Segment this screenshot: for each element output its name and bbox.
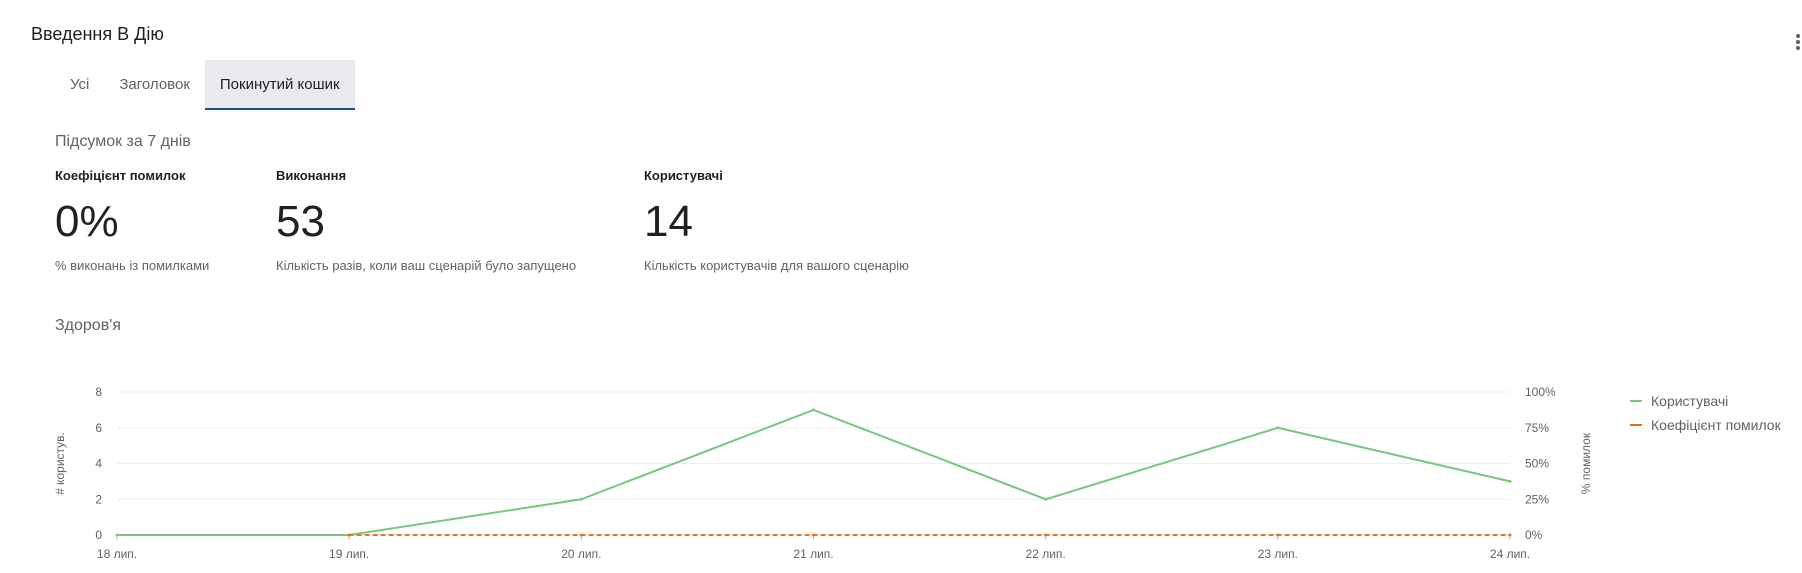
data-point-users	[1508, 479, 1512, 483]
data-point-error-rate	[812, 533, 815, 537]
y-right-axis-title: % помилок	[1579, 432, 1593, 494]
y-right-tick-label: 50%	[1525, 457, 1549, 471]
data-point-users	[115, 533, 119, 537]
x-tick-label: 20 лип.	[561, 547, 601, 561]
y-tick-label: 0	[95, 528, 102, 542]
legend-label: Коефіцієнт помилок	[1651, 417, 1781, 433]
x-tick-label: 24 лип.	[1490, 547, 1530, 561]
y-tick-label: 4	[95, 457, 102, 471]
legend-swatch-error-rate	[1630, 424, 1642, 426]
y-right-tick-label: 0%	[1525, 528, 1543, 542]
data-point-users	[579, 497, 583, 501]
data-point-error-rate	[1044, 533, 1048, 537]
x-tick-label: 18 лип.	[97, 547, 137, 561]
legend-label: Користувачі	[1651, 393, 1729, 409]
data-point-users	[1044, 497, 1048, 501]
legend-item-error-rate[interactable]: Коефіцієнт помилок	[1630, 413, 1781, 437]
series-line-users	[117, 408, 1511, 536]
data-point-error-rate	[1276, 533, 1280, 537]
y-right-tick-label: 25%	[1525, 492, 1549, 506]
health-chart: 0 2 4 6 8 0% 25% 50% 75% 100% 18 лип. 19 лип. 20 лип…	[53, 385, 1593, 561]
y-tick-label: 8	[95, 385, 102, 399]
data-point-users	[812, 408, 815, 412]
y-right-tick-label: 75%	[1525, 421, 1549, 435]
chart-legend: Користувачі Коефіцієнт помилок	[1630, 389, 1781, 437]
legend-swatch-users	[1630, 400, 1642, 402]
y-tick-label: 2	[95, 492, 102, 506]
legend-item-users[interactable]: Користувачі	[1630, 389, 1781, 413]
x-tick-label: 19 лип.	[329, 547, 369, 561]
data-point-error-rate	[347, 533, 351, 537]
y-tick-label: 6	[95, 421, 102, 435]
x-tick-label: 22 лип.	[1026, 547, 1066, 561]
y-axis-title: # користув.	[53, 432, 67, 495]
data-point-error-rate	[1508, 533, 1512, 537]
x-tick-label: 21 лип.	[793, 547, 833, 561]
data-point-error-rate	[579, 533, 583, 537]
y-right-tick-label: 100%	[1525, 385, 1556, 399]
data-point-users	[1276, 426, 1280, 430]
x-tick-label: 23 лип.	[1258, 547, 1298, 561]
